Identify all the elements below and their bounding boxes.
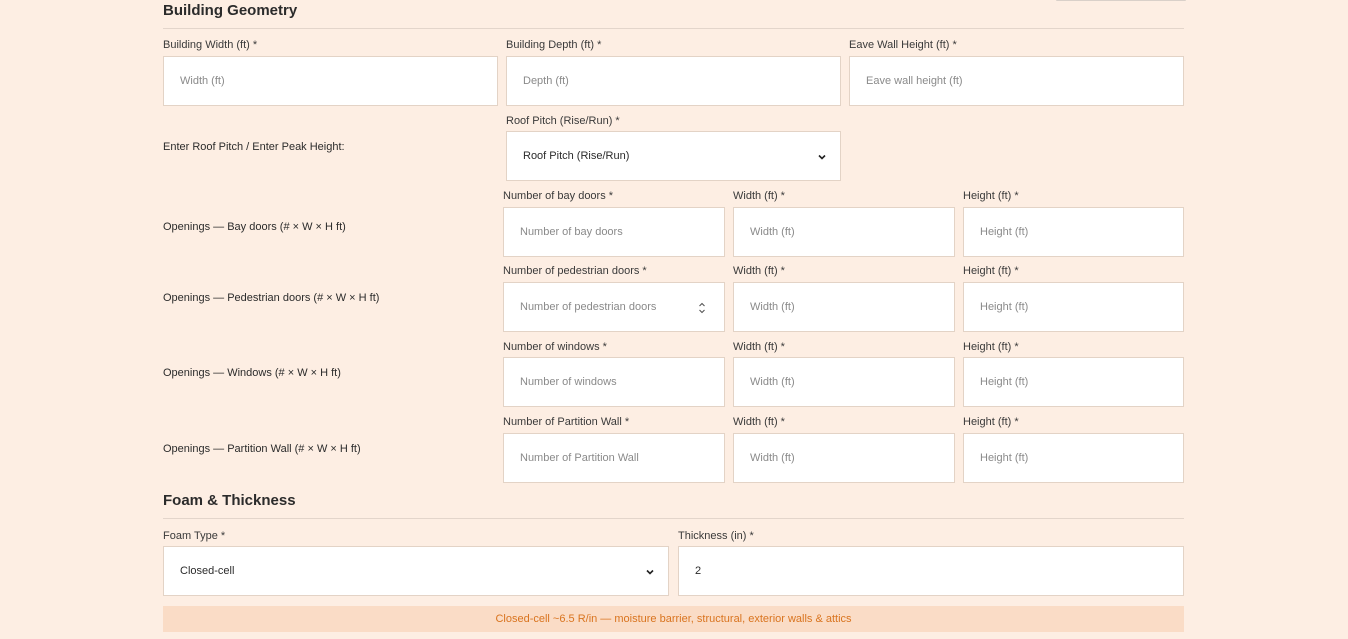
windows-row-label: Openings — Windows (# × W × H ft) <box>163 367 341 379</box>
pedestrian-doors-row-label: Openings — Pedestrian doors (# × W × H f… <box>163 292 380 304</box>
bay-doors-width-field[interactable] <box>733 207 955 257</box>
eave-height-label: Eave Wall Height (ft) * <box>849 39 957 51</box>
roof-row-label: Enter Roof Pitch / Enter Peak Height: <box>163 141 345 153</box>
eave-height-field[interactable] <box>849 56 1184 106</box>
pedestrian-doors-height-input[interactable] <box>980 301 1183 313</box>
building-width-label: Building Width (ft) * <box>163 39 258 51</box>
spinner-icon[interactable] <box>698 300 706 316</box>
bay-doors-height-input[interactable] <box>980 226 1183 238</box>
partition-wall-width-input[interactable] <box>750 452 954 464</box>
windows-count-field[interactable] <box>503 357 725 407</box>
foam-info-note: Closed-cell ~6.5 R/in — moisture barrier… <box>163 606 1184 632</box>
partition-wall-count-field[interactable] <box>503 433 725 483</box>
partition-wall-width-field[interactable] <box>733 433 955 483</box>
thickness-field[interactable] <box>678 546 1184 596</box>
bay-doors-count-field[interactable] <box>503 207 725 257</box>
chevron-down-icon <box>818 154 826 160</box>
divider <box>163 28 1184 29</box>
windows-width-label: Width (ft) * <box>733 341 785 353</box>
thickness-input[interactable] <box>695 565 1183 577</box>
foam-type-label: Foam Type * <box>163 530 226 542</box>
pedestrian-doors-height-label: Height (ft) * <box>963 265 1019 277</box>
divider <box>163 518 1184 519</box>
pedestrian-doors-count-field[interactable] <box>503 282 725 332</box>
bay-doors-width-label: Width (ft) * <box>733 190 785 202</box>
windows-width-field[interactable] <box>733 357 955 407</box>
bay-doors-height-label: Height (ft) * <box>963 190 1019 202</box>
windows-count-label: Number of windows * <box>503 341 607 353</box>
roof-pitch-select[interactable]: Roof Pitch (Rise/Run) <box>506 131 841 181</box>
pedestrian-doors-width-input[interactable] <box>750 301 954 313</box>
partition-wall-height-label: Height (ft) * <box>963 416 1019 428</box>
pedestrian-doors-width-label: Width (ft) * <box>733 265 785 277</box>
chevron-down-icon <box>646 569 654 575</box>
building-depth-label: Building Depth (ft) * <box>506 39 602 51</box>
partition-wall-height-input[interactable] <box>980 452 1183 464</box>
pedestrian-doors-width-field[interactable] <box>733 282 955 332</box>
building-depth-field[interactable] <box>506 56 841 106</box>
thickness-label: Thickness (in) * <box>678 530 754 542</box>
windows-count-input[interactable] <box>520 376 724 388</box>
partition-wall-count-input[interactable] <box>520 452 724 464</box>
building-width-field[interactable] <box>163 56 498 106</box>
pedestrian-doors-count-input[interactable] <box>520 301 724 313</box>
eave-height-input[interactable] <box>866 75 1183 87</box>
pedestrian-doors-height-field[interactable] <box>963 282 1184 332</box>
building-width-input[interactable] <box>180 75 497 87</box>
roof-pitch-value: Roof Pitch (Rise/Run) <box>523 150 630 162</box>
windows-height-input[interactable] <box>980 376 1183 388</box>
partition-wall-height-field[interactable] <box>963 433 1184 483</box>
section-title-building-geometry: Building Geometry <box>163 2 298 19</box>
windows-height-field[interactable] <box>963 357 1184 407</box>
windows-width-input[interactable] <box>750 376 954 388</box>
foam-type-value: Closed-cell <box>180 565 235 577</box>
foam-type-select[interactable]: Closed-cell <box>163 546 669 596</box>
bay-doors-count-input[interactable] <box>520 226 724 238</box>
bay-doors-row-label: Openings — Bay doors (# × W × H ft) <box>163 221 346 233</box>
partition-wall-row-label: Openings — Partition Wall (# × W × H ft) <box>163 443 361 455</box>
form-container: Building Geometry Building Width (ft) * … <box>163 0 1186 639</box>
partition-wall-width-label: Width (ft) * <box>733 416 785 428</box>
pedestrian-doors-count-label: Number of pedestrian doors * <box>503 265 647 277</box>
roof-pitch-label: Roof Pitch (Rise/Run) * <box>506 115 620 127</box>
top-tab-edge <box>1056 0 1186 1</box>
section-title-foam-thickness: Foam & Thickness <box>163 492 296 509</box>
partition-wall-count-label: Number of Partition Wall * <box>503 416 630 428</box>
building-depth-input[interactable] <box>523 75 840 87</box>
windows-height-label: Height (ft) * <box>963 341 1019 353</box>
bay-doors-width-input[interactable] <box>750 226 954 238</box>
bay-doors-count-label: Number of bay doors * <box>503 190 614 202</box>
bay-doors-height-field[interactable] <box>963 207 1184 257</box>
